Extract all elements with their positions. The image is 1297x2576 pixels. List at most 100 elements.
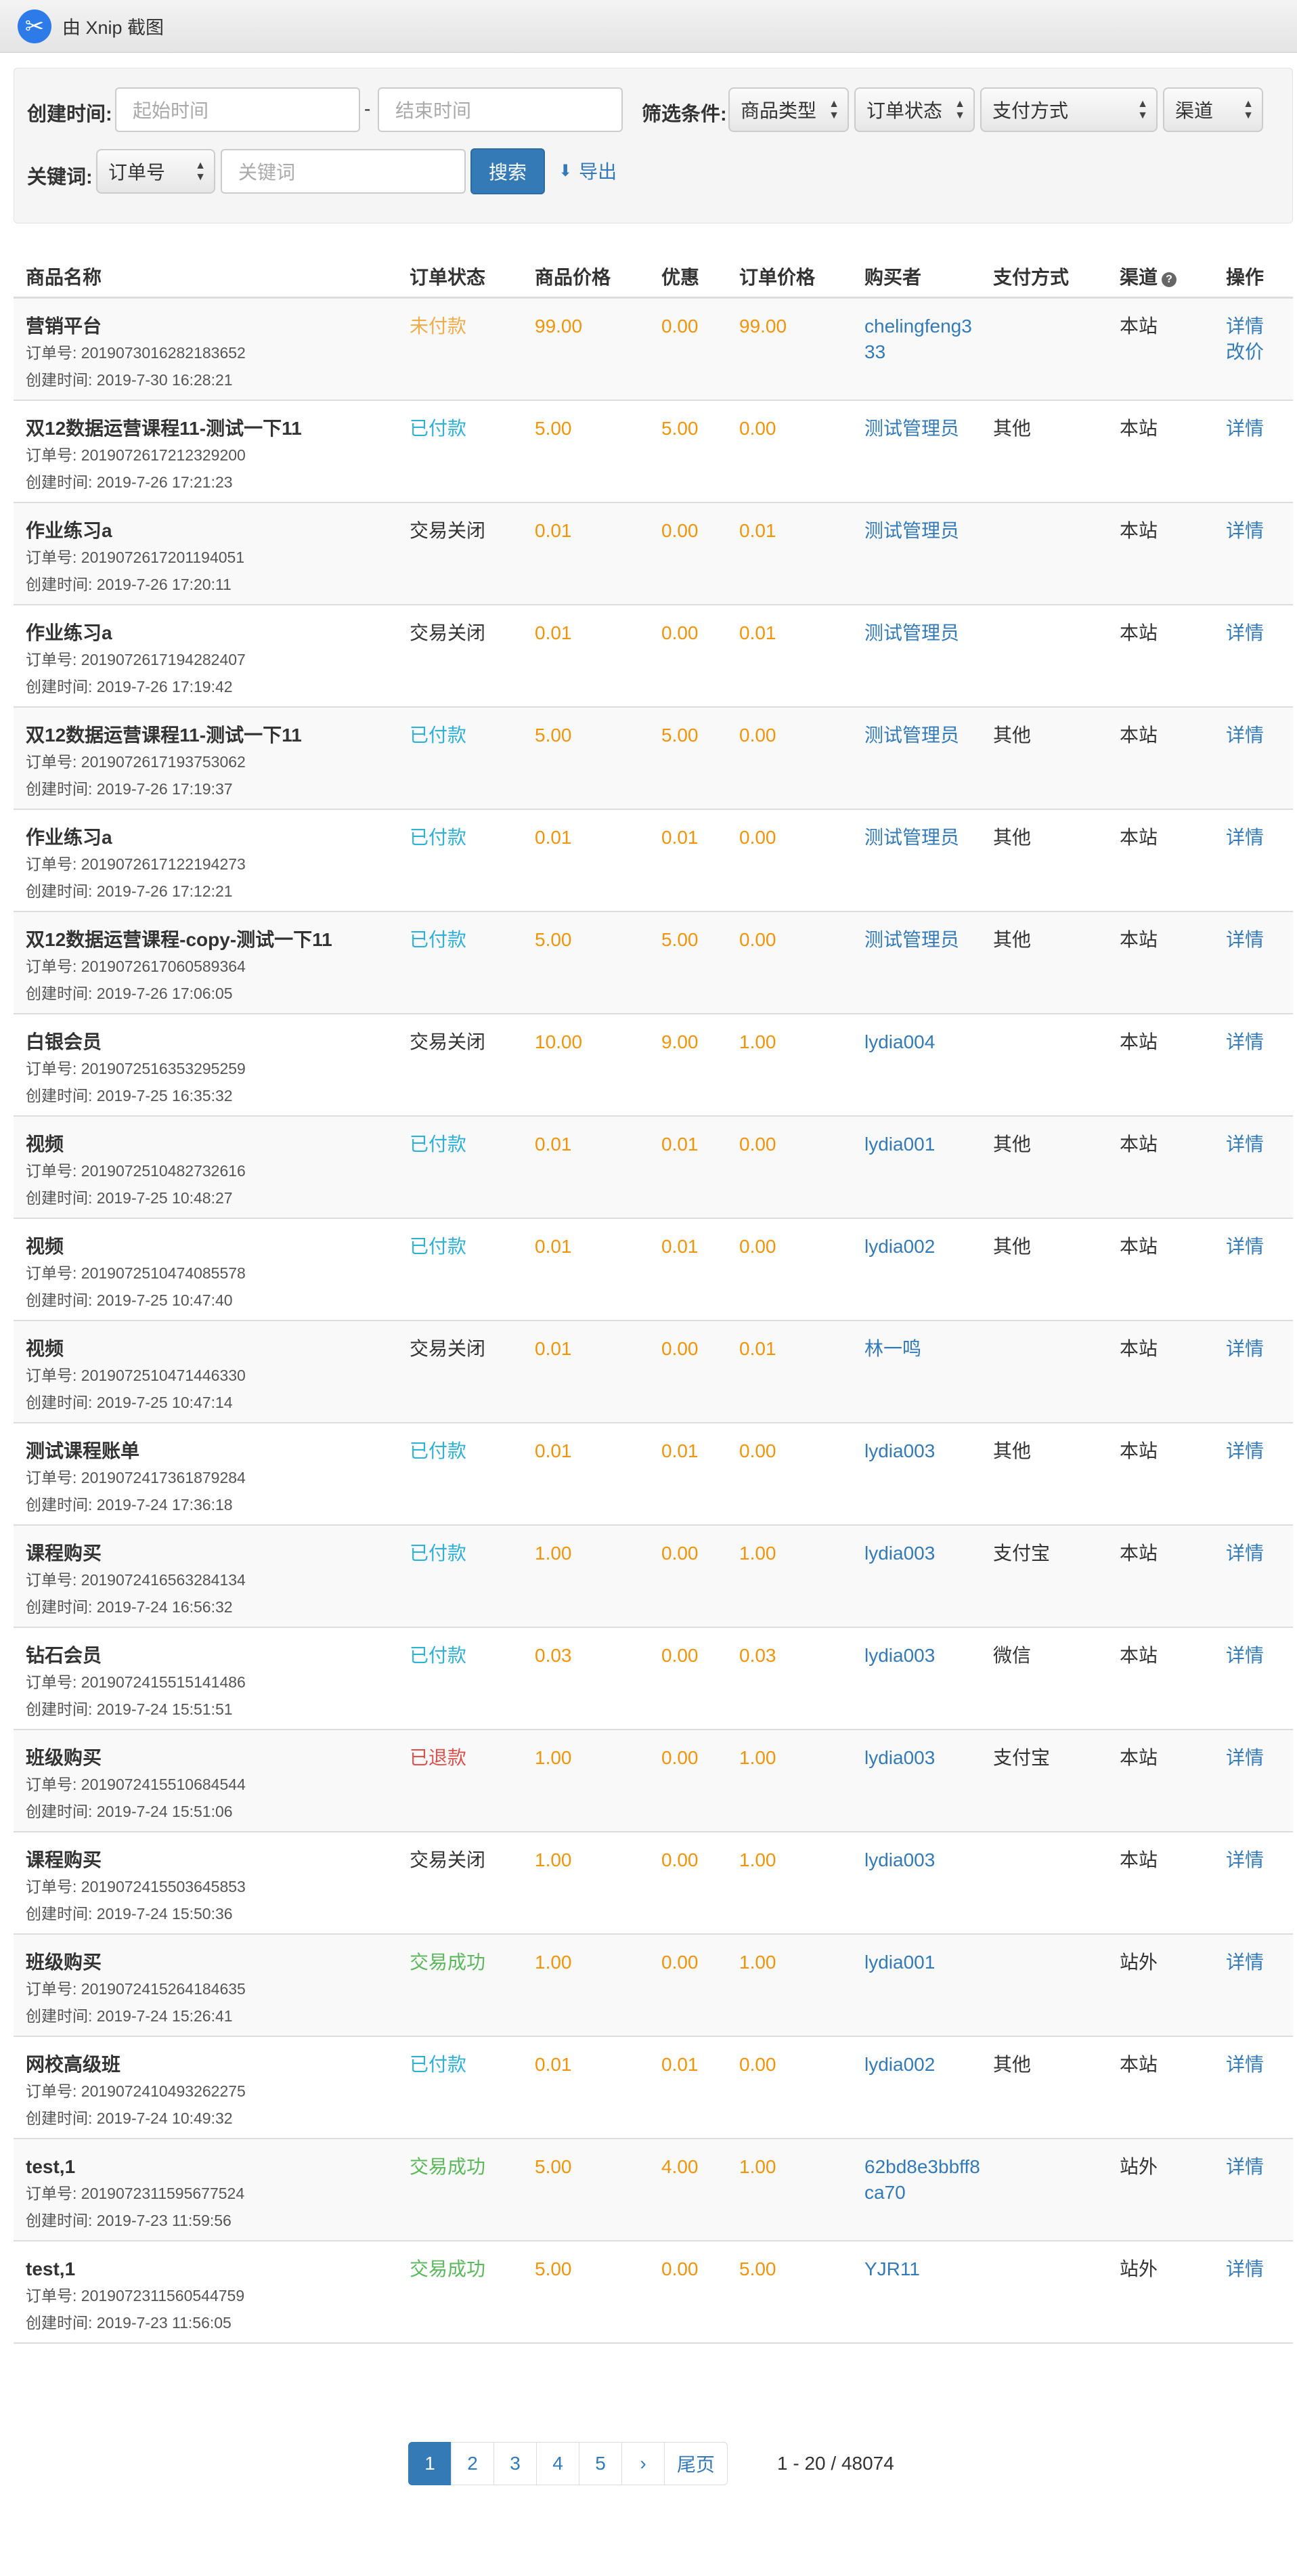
order-number: 订单号: 2019072415515141486	[26, 1669, 397, 1696]
product-name: 双12数据运营课程-copy-测试一下11	[26, 928, 332, 950]
action-link[interactable]: 详情	[1226, 2154, 1293, 2180]
created-time-label: 创建时间:	[26, 2006, 93, 2025]
buyer-cell: lydia003	[852, 1831, 981, 1935]
keyword-type-select[interactable]: 订单号 ▲ ▼	[96, 149, 215, 194]
page-1-button[interactable]: 1	[408, 2442, 452, 2485]
action-link[interactable]: 详情	[1226, 825, 1293, 851]
last-page-button[interactable]: 尾页	[664, 2442, 728, 2485]
channel-cell: 本站	[1107, 1831, 1214, 1935]
buyer-link[interactable]: 林一鸣	[864, 1336, 981, 1362]
action-link[interactable]: 详情	[1226, 1541, 1293, 1566]
action-link[interactable]: 详情	[1226, 1745, 1293, 1771]
order-number: 订单号: 2019072415510684544	[26, 1771, 397, 1798]
buyer-link[interactable]: 测试管理员	[864, 620, 981, 646]
product-name: 白银会员	[26, 1031, 102, 1052]
created-time-value: 2019-7-25 10:48:27	[96, 1188, 233, 1207]
buyer-link[interactable]: YJR11	[864, 2256, 981, 2282]
pagination: 1 2 3 4 5 › 尾页	[408, 2442, 728, 2485]
buyer-link[interactable]: lydia001	[864, 1132, 981, 1157]
buyer-link[interactable]: 测试管理员	[864, 825, 981, 851]
status-cell: 交易关闭	[397, 1013, 523, 1117]
action-link[interactable]: 详情	[1226, 2256, 1293, 2282]
updown-arrow-icon: ▲ ▼	[954, 98, 965, 121]
pay-method-cell	[981, 2240, 1107, 2344]
order-status-select[interactable]: 订单状态 ▲ ▼	[854, 87, 975, 132]
start-time-input[interactable]: 起始时间	[115, 87, 360, 132]
next-page-button[interactable]: ›	[621, 2442, 665, 2485]
action-link[interactable]: 详情	[1226, 620, 1293, 646]
action-link[interactable]: 详情	[1226, 1029, 1293, 1055]
search-button[interactable]: 搜索	[470, 148, 545, 194]
buyer-link[interactable]: lydia004	[864, 1029, 981, 1055]
product-cell: 测试课程账单 订单号: 2019072417361879284 创建时间: 2019…	[14, 1422, 397, 1526]
table-row: 营销平台 订单号: 2019073016282183652 创建时间: 2019-7…	[14, 297, 1293, 401]
export-button[interactable]: ⬇ 导出	[558, 157, 617, 184]
status-cell: 已付款	[397, 1627, 523, 1730]
buyer-link[interactable]: 62bd8e3bbff8ca70	[864, 2154, 981, 2206]
product-cell: 作业练习a 订单号: 2019072617201194051 创建时间: 2019-…	[14, 502, 397, 605]
end-time-input[interactable]: 结束时间	[378, 87, 623, 132]
created-time: 创建时间: 2019-7-24 15:26:41	[26, 2002, 397, 2030]
status-cell: 已付款	[397, 2036, 523, 2139]
table-row: 测试课程账单 订单号: 2019072417361879284 创建时间: 2019…	[14, 1422, 1293, 1526]
pay-method-cell: 其他	[981, 1218, 1107, 1321]
buyer-link[interactable]: lydia001	[864, 1950, 981, 1975]
page-5-button[interactable]: 5	[579, 2442, 622, 2485]
buyer-link[interactable]: 测试管理员	[864, 518, 981, 544]
action-link[interactable]: 详情	[1226, 314, 1293, 339]
buyer-link[interactable]: lydia003	[864, 1745, 981, 1771]
order-number-value: 2019072510482732616	[81, 1161, 246, 1180]
price-cell: 99.00	[523, 297, 649, 401]
channel-select[interactable]: 渠道 ▲ ▼	[1163, 87, 1263, 132]
pay-method-select[interactable]: 支付方式 ▲ ▼	[980, 87, 1158, 132]
product-cell: 视频 订单号: 2019072510474085578 创建时间: 2019-7-2…	[14, 1218, 397, 1321]
buyer-link[interactable]: 测试管理员	[864, 927, 981, 953]
action-link[interactable]: 详情	[1226, 1234, 1293, 1260]
action-link[interactable]: 详情	[1226, 723, 1293, 748]
status-cell: 未付款	[397, 297, 523, 401]
page-3-button[interactable]: 3	[493, 2442, 537, 2485]
action-link[interactable]: 详情	[1226, 1847, 1293, 1873]
help-icon[interactable]: ?	[1162, 272, 1177, 287]
created-time: 创建时间: 2019-7-26 17:21:23	[26, 469, 397, 496]
order-number-label: 订单号:	[26, 2082, 77, 2100]
table-row: 视频 订单号: 2019072510482732616 创建时间: 2019-7-2…	[14, 1115, 1293, 1219]
action-link[interactable]: 详情	[1226, 1336, 1293, 1362]
action-link[interactable]: 详情	[1226, 927, 1293, 953]
buyer-cell: 测试管理员	[852, 911, 981, 1014]
buyer-link[interactable]: lydia003	[864, 1438, 981, 1464]
buyer-link[interactable]: lydia003	[864, 1847, 981, 1873]
product-name: 视频	[26, 1337, 64, 1359]
action-link[interactable]: 详情	[1226, 1950, 1293, 1975]
page-2-button[interactable]: 2	[451, 2442, 494, 2485]
action-link[interactable]: 详情	[1226, 1132, 1293, 1157]
actions-cell: 详情	[1214, 1524, 1293, 1628]
keyword-input[interactable]: 关键词	[221, 149, 466, 194]
page-4-button[interactable]: 4	[536, 2442, 579, 2485]
col-header-discount: 优惠	[649, 256, 727, 299]
buyer-link[interactable]: lydia003	[864, 1643, 981, 1669]
order-number-label: 订单号:	[26, 1468, 77, 1486]
buyer-link[interactable]: 测试管理员	[864, 416, 981, 442]
action-link[interactable]: 详情	[1226, 1438, 1293, 1464]
buyer-link[interactable]: chelingfeng333	[864, 314, 981, 365]
buyer-link[interactable]: lydia003	[864, 1541, 981, 1566]
channel-value: 渠道	[1175, 100, 1214, 121]
action-link[interactable]: 详情	[1226, 1643, 1293, 1669]
product-name: 作业练习a	[26, 622, 112, 643]
order-number-label: 订单号:	[26, 1775, 77, 1793]
created-time-value: 2019-7-25 10:47:40	[96, 1291, 233, 1309]
total-cell: 1.00	[727, 1933, 852, 2037]
col-header-channel: 渠道?	[1107, 256, 1214, 299]
action-link[interactable]: 详情	[1226, 2052, 1293, 2078]
buyer-link[interactable]: lydia002	[864, 1234, 981, 1260]
action-link[interactable]: 详情	[1226, 416, 1293, 442]
order-number-label: 订单号:	[26, 2286, 77, 2304]
action-link[interactable]: 改价	[1226, 339, 1293, 365]
buyer-link[interactable]: lydia002	[864, 2052, 981, 2078]
product-type-value: 商品类型	[741, 100, 817, 121]
action-link[interactable]: 详情	[1226, 518, 1293, 544]
channel-cell: 本站	[1107, 297, 1214, 401]
product-type-select[interactable]: 商品类型 ▲ ▼	[728, 87, 849, 132]
buyer-link[interactable]: 测试管理员	[864, 723, 981, 748]
